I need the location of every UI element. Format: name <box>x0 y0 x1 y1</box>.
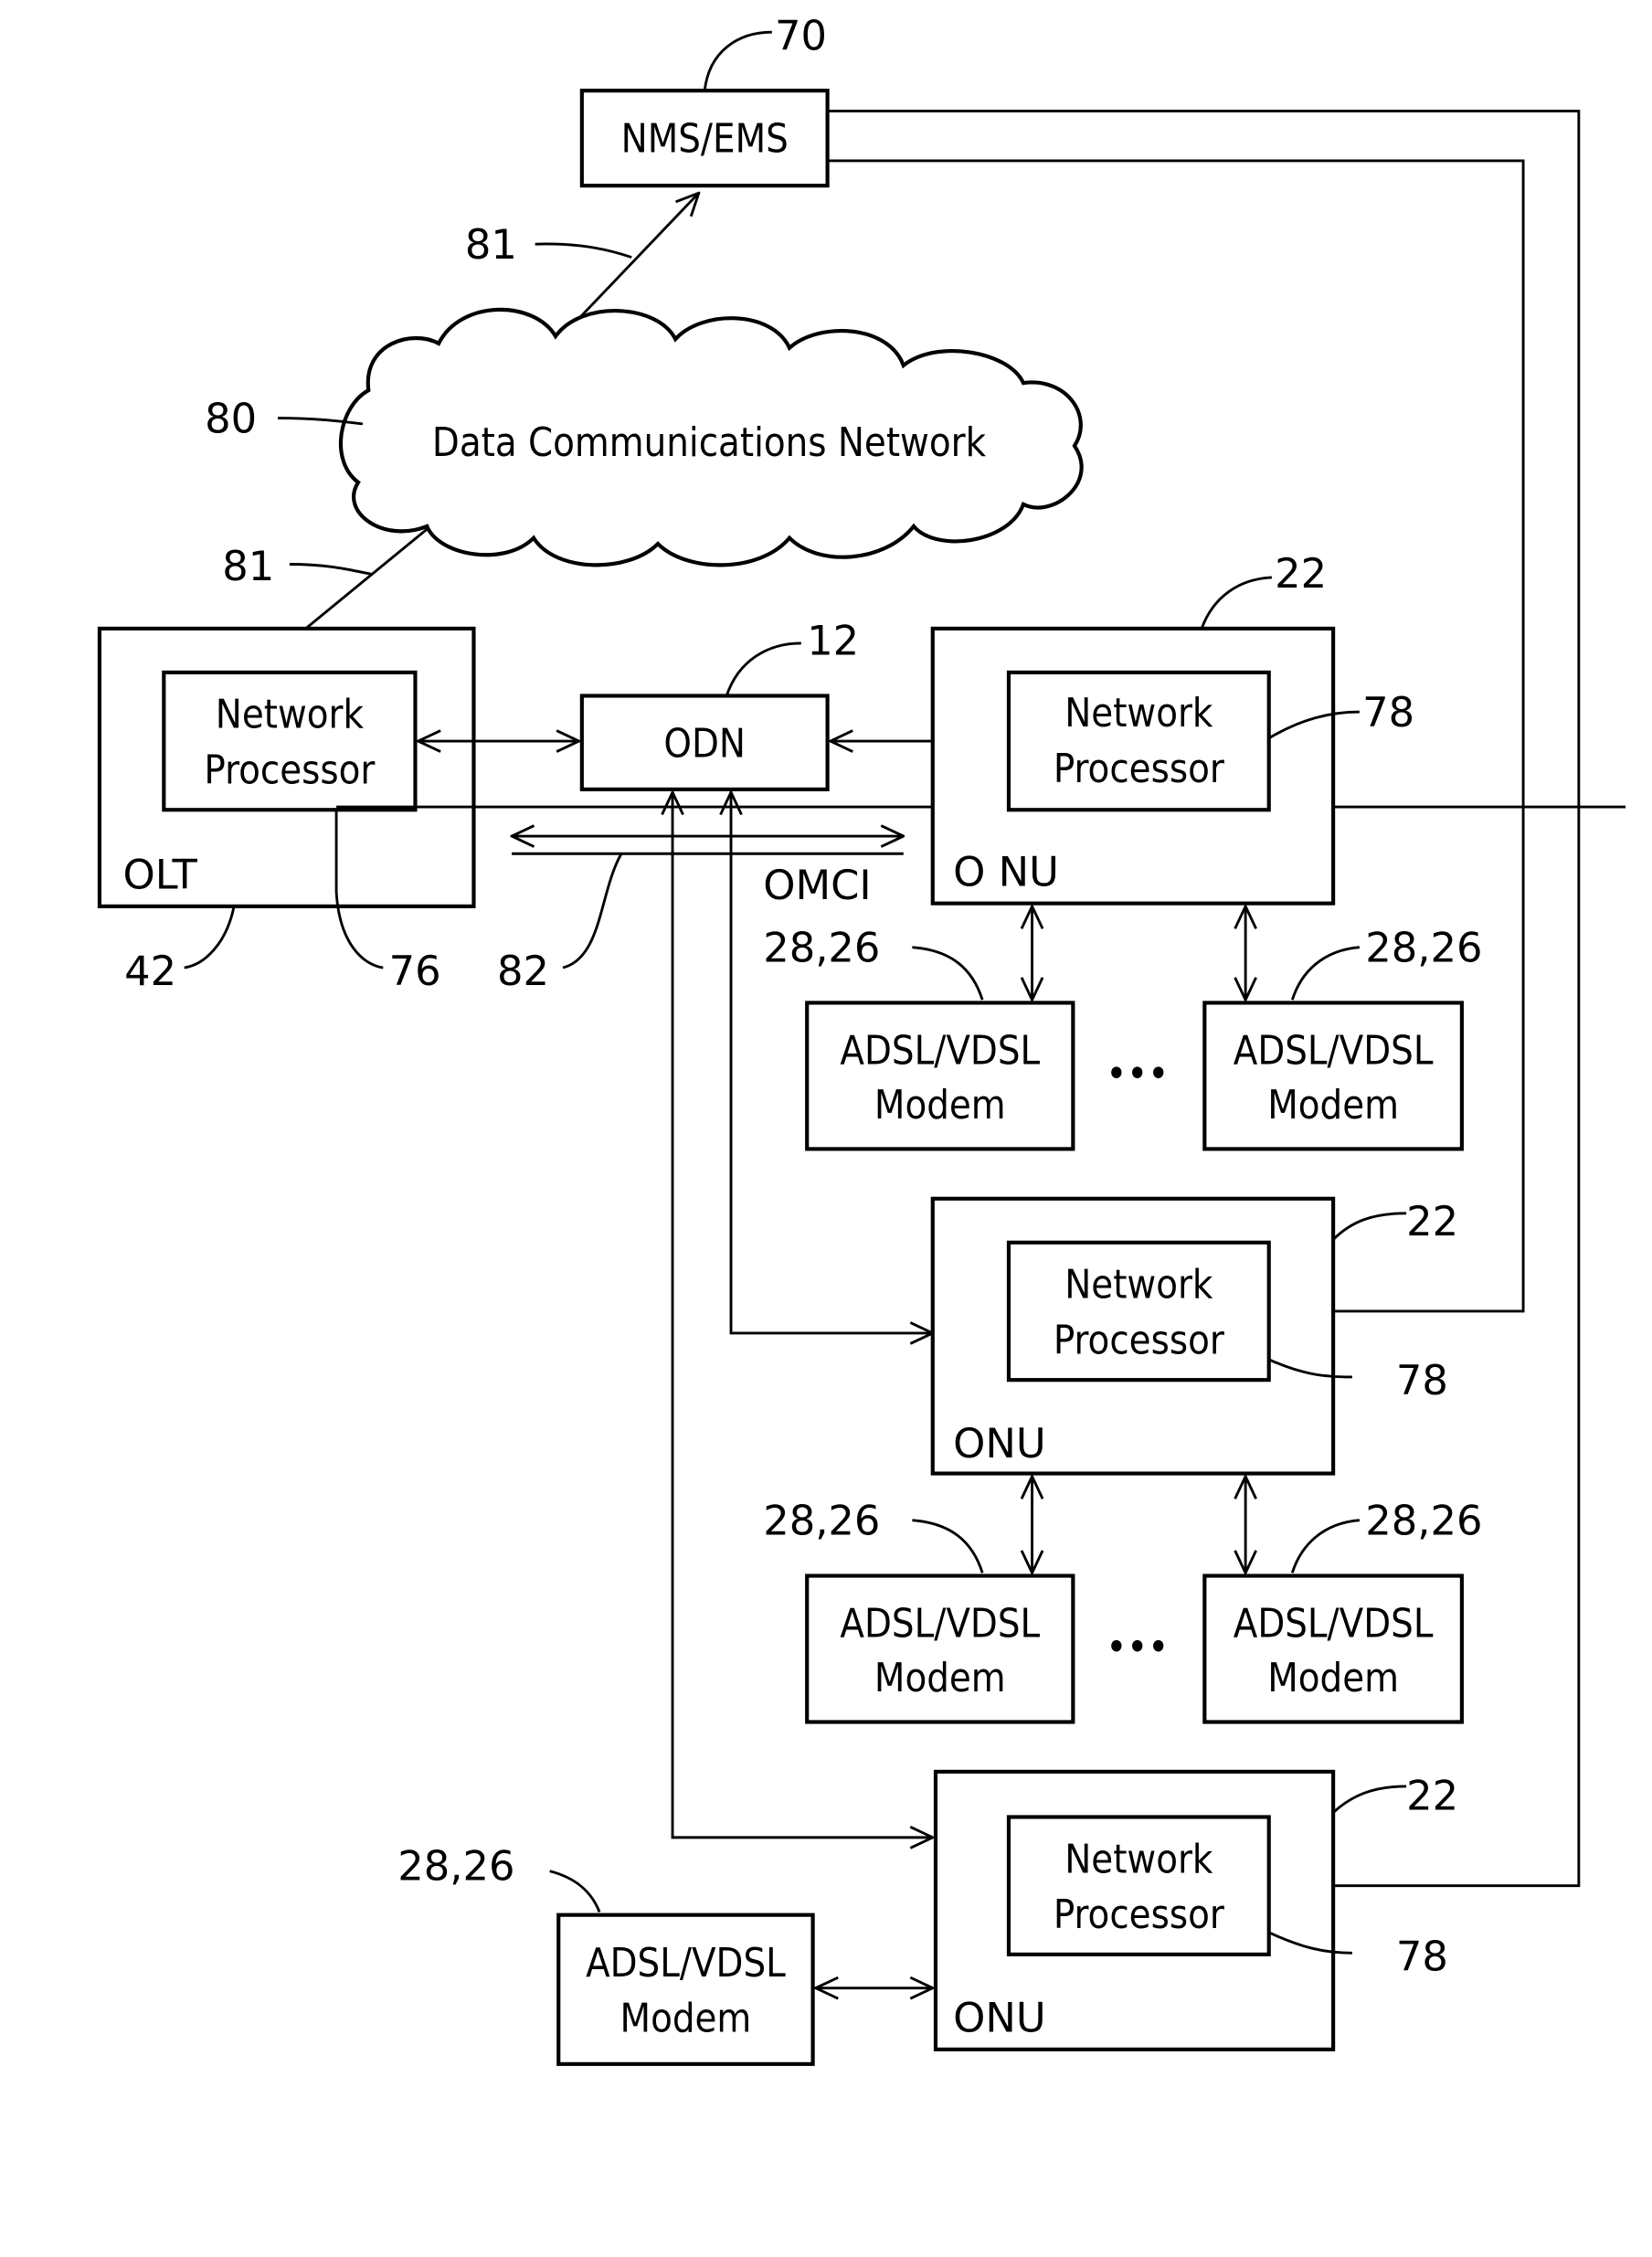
modem-1a-line2: Modem <box>874 1083 1006 1128</box>
ref-82: 82 <box>497 947 549 995</box>
ref-22-onu2-leader <box>1332 1212 1407 1241</box>
modem-2a-line2: Modem <box>874 1656 1006 1701</box>
dcn-label: Data Communications Network <box>432 420 987 466</box>
ref-81-top-leader <box>535 242 632 259</box>
ref-2826-2a: 28,26 <box>763 1497 880 1545</box>
olt-np-line1: Network <box>216 693 365 738</box>
ref-12: 12 <box>807 617 859 665</box>
onu-1-np-line2: Processor <box>1054 747 1224 792</box>
ref-42-leader <box>184 906 236 970</box>
data-communications-network-cloud: Data Communications Network <box>338 307 1084 567</box>
onu-2-np-line1: Network <box>1064 1263 1213 1309</box>
onu-1-box: Network Processor O NU <box>930 626 1336 906</box>
ref-82-leader <box>562 853 623 970</box>
ref-2826-1a-leader <box>912 946 984 1001</box>
nms-ems-box: NMS/EMS <box>579 89 830 188</box>
olt-label: OLT <box>123 851 198 899</box>
modem-2b-line2: Modem <box>1267 1656 1399 1701</box>
modem-1b-line2: Modem <box>1267 1083 1399 1128</box>
onu-2-box: Network Processor ONU <box>930 1196 1336 1476</box>
ref-22-onu2: 22 <box>1406 1197 1458 1245</box>
ref-2826-2b: 28,26 <box>1365 1497 1482 1545</box>
modem-1b: ADSL/VDSL Modem <box>1202 1001 1464 1151</box>
ref-22-onu1-leader <box>1200 576 1272 630</box>
ref-12-leader <box>725 641 801 696</box>
omci-label: OMCI <box>763 861 871 909</box>
ref-2826-1a: 28,26 <box>763 924 880 972</box>
ref-2826-3-leader <box>549 1870 601 1913</box>
onu-3-label: ONU <box>953 1994 1046 2042</box>
dcn-to-nms-link <box>572 193 699 326</box>
odn-label: ODN <box>663 722 746 768</box>
modem-1b-line1: ADSL/VDSL <box>1234 1029 1434 1075</box>
network-diagram: NMS/EMS 70 81 Data Communications Networ… <box>97 11 1626 2066</box>
ref-2826-1b-leader <box>1290 946 1361 1001</box>
modem-2b: ADSL/VDSL Modem <box>1202 1574 1464 1724</box>
ref-2826-3: 28,26 <box>397 1841 514 1890</box>
ref-80: 80 <box>205 395 257 443</box>
ref-78-onu1: 78 <box>1362 688 1414 736</box>
modem-ellipsis-2: ••• <box>1106 1625 1169 1670</box>
odn-box: ODN <box>579 694 830 791</box>
ref-42: 42 <box>124 947 176 995</box>
ref-22-onu3-leader <box>1332 1785 1407 1814</box>
onu-3-box: Network Processor ONU <box>933 1769 1336 2051</box>
ref-22-onu1: 22 <box>1275 549 1327 598</box>
ref-2826-2b-leader <box>1290 1519 1361 1574</box>
modem-ellipsis-1: ••• <box>1106 1052 1169 1097</box>
ref-81-top: 81 <box>465 220 517 269</box>
ref-81-bottom-leader <box>289 563 374 577</box>
ref-2826-1b: 28,26 <box>1365 924 1482 972</box>
ref-81-bottom: 81 <box>222 542 274 590</box>
modem-3: ADSL/VDSL Modem <box>556 1913 815 2066</box>
modem-2a: ADSL/VDSL Modem <box>805 1574 1075 1724</box>
nms-ems-label: NMS/EMS <box>621 116 789 162</box>
modem-1a-line1: ADSL/VDSL <box>840 1029 1040 1075</box>
modem-3-line2: Modem <box>620 1997 752 2042</box>
ref-70: 70 <box>775 11 827 59</box>
onu-3-np-line1: Network <box>1064 1837 1213 1882</box>
ref-2826-2a-leader <box>912 1519 984 1574</box>
olt-np-line2: Processor <box>204 747 375 793</box>
modem-2a-line1: ADSL/VDSL <box>840 1602 1040 1648</box>
ref-78-onu2: 78 <box>1396 1356 1448 1404</box>
onu-2-np-line2: Processor <box>1054 1318 1224 1363</box>
olt-box: Network Processor OLT <box>97 626 476 908</box>
onu-1-np-line1: Network <box>1064 691 1213 736</box>
ref-78-onu3: 78 <box>1396 1932 1448 1980</box>
modem-1a: ADSL/VDSL Modem <box>805 1001 1075 1151</box>
onu-3-np-line2: Processor <box>1054 1892 1224 1938</box>
ref-70-leader <box>703 30 772 91</box>
ref-76: 76 <box>389 947 441 995</box>
modem-3-line1: ADSL/VDSL <box>586 1941 786 1987</box>
onu-2-label: ONU <box>953 1419 1046 1468</box>
onu-1-label: O NU <box>953 847 1059 895</box>
ref-22-onu3: 22 <box>1406 1771 1458 1819</box>
modem-2b-line1: ADSL/VDSL <box>1234 1602 1434 1648</box>
